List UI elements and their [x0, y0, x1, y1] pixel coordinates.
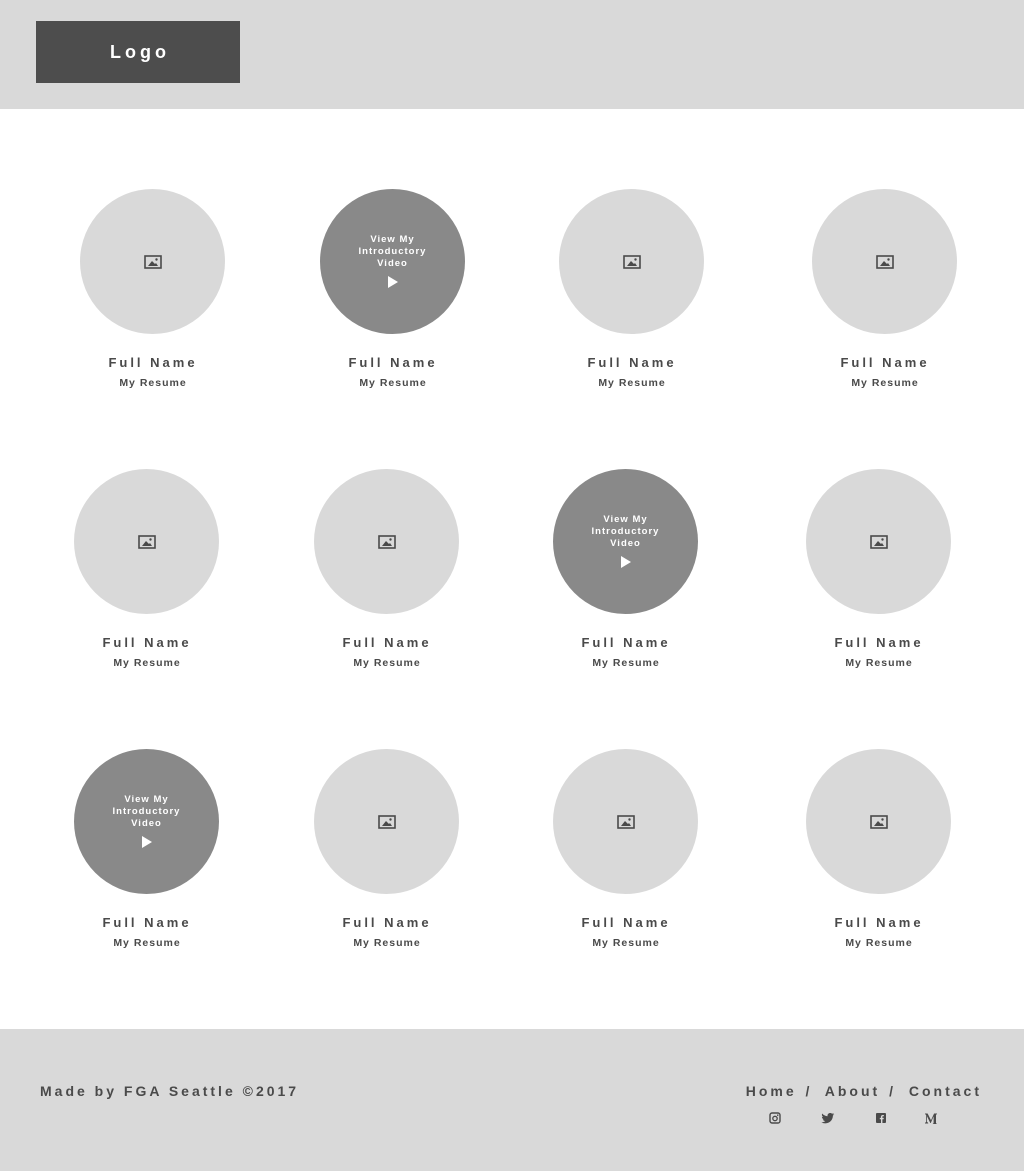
image-icon: [622, 254, 641, 269]
profile-photo-placeholder[interactable]: [314, 749, 459, 894]
footer-link-about[interactable]: About: [825, 1083, 880, 1099]
resume-link[interactable]: My Resume: [546, 657, 706, 669]
twitter-icon[interactable]: [821, 1112, 835, 1124]
image-icon: [377, 534, 396, 549]
resume-link[interactable]: My Resume: [67, 657, 227, 669]
full-name: Full Name: [581, 915, 671, 930]
nav-separator: /: [889, 1083, 896, 1099]
full-name: Full Name: [581, 635, 671, 650]
video-label: View My Introductory Video: [591, 514, 660, 549]
image-icon: [616, 814, 635, 829]
profile-photo-placeholder[interactable]: [806, 469, 951, 614]
full-name: Full Name: [834, 915, 924, 930]
full-name: Full Name: [102, 635, 192, 650]
profile-card[interactable]: View My Introductory Video Full Name My Re…: [67, 749, 227, 959]
video-label: View My Introductory Video: [358, 234, 427, 269]
profile-photo-placeholder[interactable]: [74, 469, 219, 614]
video-label: View My Introductory Video: [112, 794, 181, 829]
profile-card[interactable]: View My Introductory Video Full Name My Re…: [313, 189, 473, 399]
play-icon: [620, 556, 631, 568]
profile-card[interactable]: Full Name My Resume: [73, 189, 233, 399]
full-name: Full Name: [102, 915, 192, 930]
profile-photo-placeholder[interactable]: [553, 749, 698, 894]
profile-photo-placeholder[interactable]: [80, 189, 225, 334]
profile-card[interactable]: Full Name My Resume: [546, 749, 706, 959]
profile-card[interactable]: Full Name My Resume: [805, 189, 965, 399]
footer-link-home[interactable]: Home: [746, 1083, 797, 1099]
resume-link[interactable]: My Resume: [552, 377, 712, 389]
resume-link[interactable]: My Resume: [307, 657, 467, 669]
full-name: Full Name: [108, 355, 198, 370]
facebook-icon[interactable]: [875, 1112, 887, 1124]
play-icon: [141, 836, 152, 848]
image-icon: [875, 254, 894, 269]
play-icon: [387, 276, 398, 288]
nav-separator: /: [805, 1083, 813, 1099]
full-name: Full Name: [834, 635, 924, 650]
profile-card[interactable]: Full Name My Resume: [799, 469, 959, 679]
full-name: Full Name: [840, 355, 930, 370]
image-icon: [869, 534, 888, 549]
image-icon: [143, 254, 162, 269]
profile-photo-placeholder[interactable]: [806, 749, 951, 894]
medium-icon[interactable]: [924, 1112, 938, 1124]
resume-link[interactable]: My Resume: [805, 377, 965, 389]
logo[interactable]: Logo: [36, 21, 240, 83]
resume-link[interactable]: My Resume: [799, 657, 959, 669]
resume-link[interactable]: My Resume: [313, 377, 473, 389]
resume-link[interactable]: My Resume: [73, 377, 233, 389]
social-links: [769, 1112, 959, 1126]
profile-photo-placeholder[interactable]: [559, 189, 704, 334]
resume-link[interactable]: My Resume: [67, 937, 227, 949]
footer-link-contact[interactable]: Contact: [909, 1083, 982, 1099]
footer-credit: Made by FGA Seattle ©2017: [40, 1083, 300, 1099]
image-icon: [137, 534, 156, 549]
profile-grid: Full Name My Resume View My Introductory V…: [0, 109, 1024, 1029]
profile-card[interactable]: Full Name My Resume: [799, 749, 959, 959]
profile-card[interactable]: Full Name My Resume: [307, 749, 467, 959]
profile-photo-placeholder[interactable]: [812, 189, 957, 334]
profile-card[interactable]: Full Name My Resume: [307, 469, 467, 679]
intro-video-button[interactable]: View My Introductory Video: [320, 189, 465, 334]
site-footer: Made by FGA Seattle ©2017 Home / About /…: [0, 1029, 1024, 1171]
instagram-icon[interactable]: [769, 1112, 781, 1124]
full-name: Full Name: [348, 355, 438, 370]
profile-card[interactable]: Full Name My Resume: [552, 189, 712, 399]
profile-photo-placeholder[interactable]: [314, 469, 459, 614]
image-icon: [869, 814, 888, 829]
site-header: Logo: [0, 0, 1024, 109]
full-name: Full Name: [342, 635, 432, 650]
resume-link[interactable]: My Resume: [799, 937, 959, 949]
full-name: Full Name: [587, 355, 677, 370]
intro-video-button[interactable]: View My Introductory Video: [553, 469, 698, 614]
image-icon: [377, 814, 396, 829]
footer-nav: Home / About / Contact: [746, 1083, 982, 1099]
resume-link[interactable]: My Resume: [546, 937, 706, 949]
profile-card[interactable]: Full Name My Resume: [67, 469, 227, 679]
full-name: Full Name: [342, 915, 432, 930]
resume-link[interactable]: My Resume: [307, 937, 467, 949]
profile-card[interactable]: View My Introductory Video Full Name My Re…: [546, 469, 706, 679]
intro-video-button[interactable]: View My Introductory Video: [74, 749, 219, 894]
